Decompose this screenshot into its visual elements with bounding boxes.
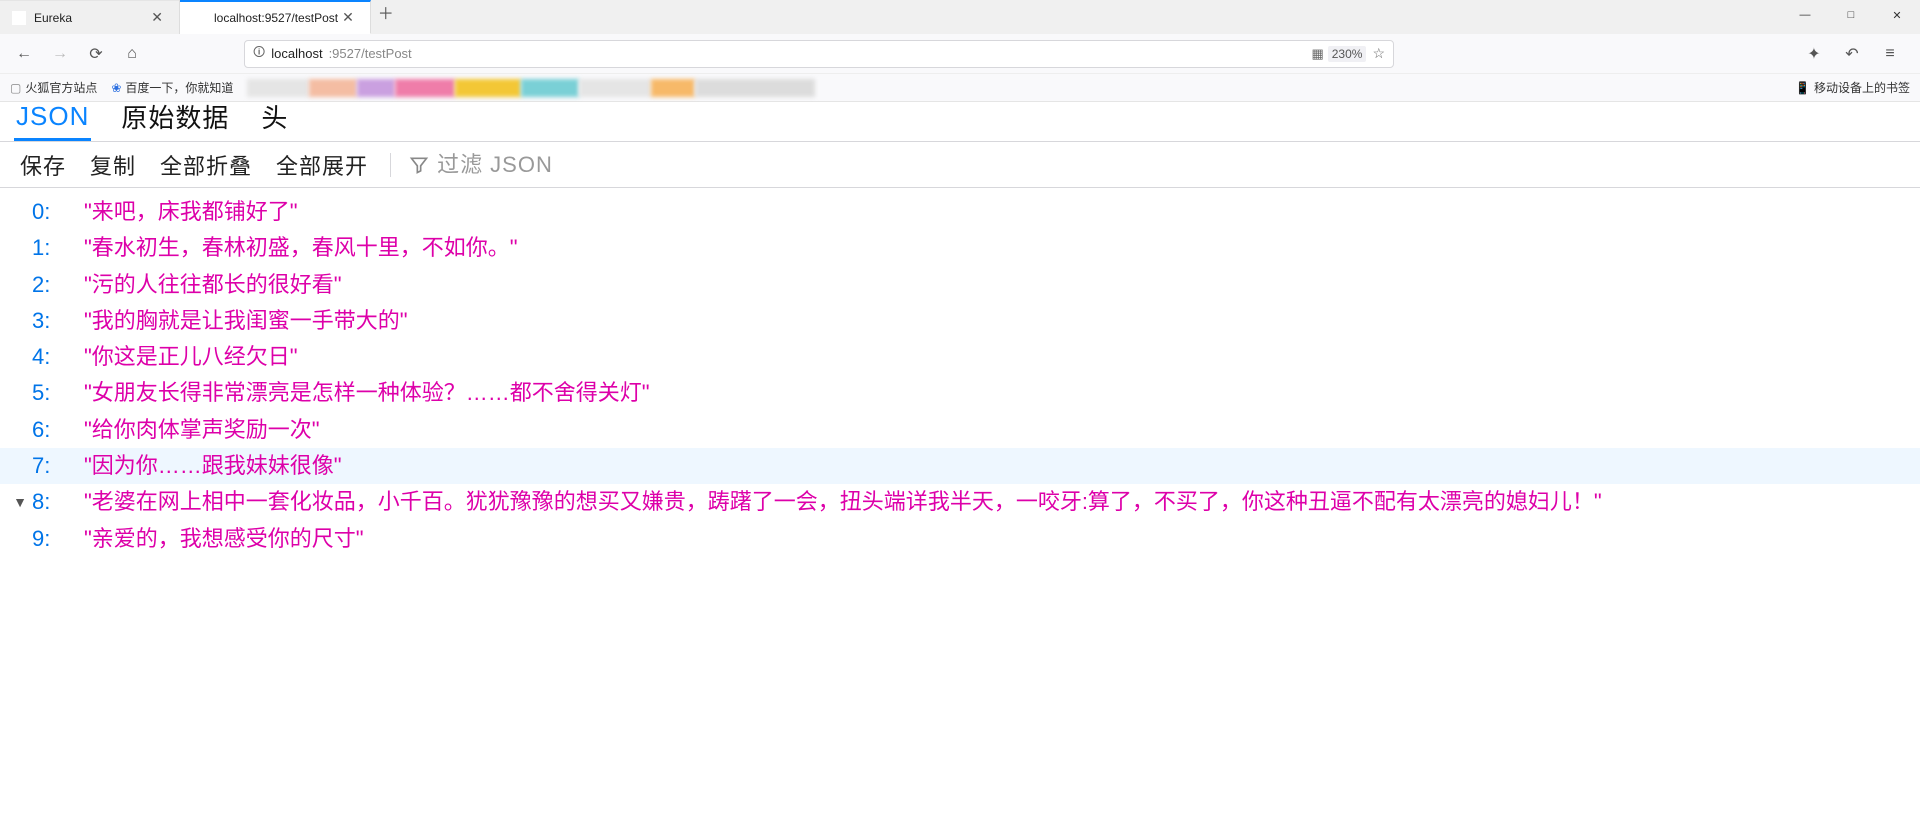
json-expand-all-button[interactable]: 全部展开: [272, 147, 372, 183]
json-key: 9:: [32, 521, 84, 557]
tab-title: Eureka: [34, 11, 147, 25]
tab-close-icon[interactable]: ✕: [147, 9, 167, 26]
json-value: "你这是正儿八经欠日": [84, 339, 314, 375]
browser-tab[interactable]: localhost:9527/testPost✕: [180, 0, 371, 34]
json-value: "老婆在网上相中一套化妆品，小千百。犹犹豫豫的想买又嫌贵，踌躇了一会，扭头端详我…: [84, 484, 1618, 520]
json-row[interactable]: ▼1:"春水初生，春林初盛，春风十里，不如你。": [0, 230, 1920, 266]
json-key: 2:: [32, 267, 84, 303]
pocket-button[interactable]: ✦: [1800, 40, 1828, 68]
window-minimize-button[interactable]: —: [1782, 0, 1828, 30]
tab-close-icon[interactable]: ✕: [338, 9, 358, 26]
reload-icon: ⟳: [89, 44, 102, 64]
zoom-level[interactable]: 230%: [1328, 46, 1367, 62]
json-viewer-tab[interactable]: 头: [259, 96, 290, 141]
json-row[interactable]: ▼0:"来吧，床我都铺好了": [0, 194, 1920, 230]
bookmark-item[interactable]: ❀ 百度一下，你就知道: [111, 79, 233, 96]
json-viewer-tab[interactable]: JSON: [14, 99, 91, 141]
plus-icon: ＋: [378, 0, 394, 24]
maximize-icon: □: [1848, 9, 1855, 21]
json-value: "污的人往往都长的很好看": [84, 267, 358, 303]
mobile-bookmarks-label: 移动设备上的书签: [1814, 79, 1910, 96]
qr-icon[interactable]: ▦: [1311, 46, 1321, 62]
nav-back-button[interactable]: ←: [10, 40, 38, 68]
json-row[interactable]: ▼4:"你这是正儿八经欠日": [0, 339, 1920, 375]
new-tab-button[interactable]: ＋: [371, 0, 401, 24]
json-row[interactable]: ▼5:"女朋友长得非常漂亮是怎样一种体验？……都不舍得关灯": [0, 375, 1920, 411]
separator: [390, 153, 391, 177]
json-key: 7:: [32, 448, 84, 484]
json-key: 4:: [32, 339, 84, 375]
bookmark-item[interactable]: ▢ 火狐官方站点: [10, 79, 97, 96]
bookmark-favicon: ❀: [111, 81, 121, 95]
close-icon: ✕: [1892, 9, 1901, 22]
json-key: 6:: [32, 412, 84, 448]
json-key: 8:: [32, 484, 84, 520]
funnel-icon: [409, 155, 429, 175]
json-value: "春水初生，春林初盛，春风十里，不如你。": [84, 230, 534, 266]
bookmark-star-icon[interactable]: ☆: [1372, 45, 1385, 62]
json-viewer-body: ▼0:"来吧，床我都铺好了"▼1:"春水初生，春林初盛，春风十里，不如你。"▼2…: [0, 188, 1920, 557]
json-viewer-tabs: JSON原始数据头: [0, 102, 1920, 142]
pocket-icon: ✦: [1807, 44, 1820, 64]
json-key: 1:: [32, 230, 84, 266]
json-viewer-tab[interactable]: 原始数据: [119, 96, 231, 141]
json-value: "亲爱的，我想感受你的尺寸": [84, 521, 380, 557]
favicon: [12, 11, 26, 25]
nav-home-button[interactable]: ⌂: [118, 40, 146, 68]
json-row[interactable]: ▼9:"亲爱的，我想感受你的尺寸": [0, 521, 1920, 557]
json-row[interactable]: ▼7:"因为你……跟我妹妹很像": [0, 448, 1920, 484]
json-row[interactable]: ▼8:"老婆在网上相中一套化妆品，小千百。犹犹豫豫的想买又嫌贵，踌躇了一会，扭头…: [0, 484, 1920, 520]
bookmark-label: 百度一下，你就知道: [125, 79, 233, 96]
json-row[interactable]: ▼3:"我的胸就是让我闺蜜一手带大的": [0, 303, 1920, 339]
nav-reload-button[interactable]: ⟳: [82, 40, 110, 68]
home-icon: ⌂: [127, 45, 137, 63]
json-value: "来吧，床我都铺好了": [84, 194, 314, 230]
json-copy-button[interactable]: 复制: [86, 147, 140, 183]
favicon: [192, 11, 206, 25]
site-info-icon[interactable]: 🛈: [253, 43, 265, 64]
window-close-button[interactable]: ✕: [1874, 0, 1920, 30]
json-value: "我的胸就是让我闺蜜一手带大的": [84, 303, 424, 339]
json-filter-input[interactable]: [437, 152, 657, 178]
json-row[interactable]: ▼6:"给你肉体掌声奖励一次": [0, 412, 1920, 448]
bookmark-label: 火狐官方站点: [25, 79, 97, 96]
arrow-left-icon: ←: [16, 45, 32, 63]
browser-tab[interactable]: Eureka✕: [0, 0, 180, 34]
json-key: 5:: [32, 375, 84, 411]
url-path: :9527/testPost: [329, 46, 412, 61]
undo-icon: ↶: [1845, 44, 1858, 64]
tab-title: localhost:9527/testPost: [214, 11, 338, 25]
mobile-icon: 📱: [1795, 81, 1810, 95]
json-value: "女朋友长得非常漂亮是怎样一种体验？……都不舍得关灯": [84, 375, 666, 411]
json-value: "给你肉体掌声奖励一次": [84, 412, 336, 448]
window-maximize-button[interactable]: □: [1828, 0, 1874, 30]
json-save-button[interactable]: 保存: [16, 147, 70, 183]
json-key: 3:: [32, 303, 84, 339]
titlebar: Eureka✕localhost:9527/testPost✕ ＋ — □ ✕: [0, 0, 1920, 34]
minimize-icon: —: [1800, 9, 1811, 21]
url-host: localhost: [271, 46, 322, 61]
app-menu-button[interactable]: ≡: [1876, 40, 1904, 68]
json-collapse-all-button[interactable]: 全部折叠: [156, 147, 256, 183]
arrow-right-icon: →: [52, 45, 68, 63]
twisty-icon[interactable]: ▼: [8, 484, 32, 514]
url-bar[interactable]: 🛈 localhost :9527/testPost ▦ 230% ☆: [244, 40, 1394, 68]
json-key: 0:: [32, 194, 84, 230]
library-button[interactable]: ↶: [1838, 40, 1866, 68]
bookmark-favicon: ▢: [10, 81, 21, 95]
bookmarks-blurred-group: [247, 79, 815, 97]
nav-forward-button[interactable]: →: [46, 40, 74, 68]
json-viewer-toolbar: 保存 复制 全部折叠 全部展开: [0, 142, 1920, 188]
json-row[interactable]: ▼2:"污的人往往都长的很好看": [0, 267, 1920, 303]
tabstrip: Eureka✕localhost:9527/testPost✕: [0, 0, 371, 34]
mobile-bookmarks-button[interactable]: 📱 移动设备上的书签: [1795, 79, 1910, 96]
json-filter[interactable]: [409, 152, 657, 178]
hamburger-icon: ≡: [1885, 45, 1894, 63]
json-value: "因为你……跟我妹妹很像": [84, 448, 358, 484]
nav-toolbar: ← → ⟳ ⌂ 🛈 localhost :9527/testPost ▦ 230%…: [0, 34, 1920, 74]
